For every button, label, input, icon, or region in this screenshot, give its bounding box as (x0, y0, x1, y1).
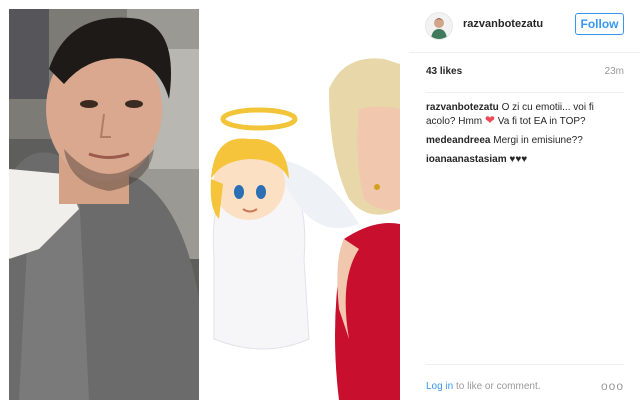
comment-username[interactable]: ioanaanastasiam (426, 154, 507, 165)
likes-count[interactable]: 43 likes (426, 66, 462, 77)
login-link[interactable]: Log in (426, 381, 453, 392)
comment-text: ♥♥♥ (509, 154, 528, 165)
post-image[interactable] (0, 0, 409, 409)
avatar[interactable] (425, 12, 453, 40)
follow-button[interactable]: Follow (575, 13, 624, 35)
list-item-comment: ioanaanastasiam ♥♥♥ (426, 153, 624, 166)
post-stats: 43 likes 23m (426, 66, 624, 93)
post-footer: Log in to like or comment. ooo (426, 364, 624, 401)
caption-comment: razvanbotezatu O zi cu emotii... voi fi … (426, 101, 624, 128)
post-sidebar: razvanbotezatu Follow 43 likes 23m razva… (409, 0, 640, 409)
username-link[interactable]: razvanbotezatu (463, 18, 543, 30)
list-item-comment: medeandreea Mergi in emisiune?? (426, 134, 624, 147)
login-prompt: Log in to like or comment. (426, 381, 541, 392)
comment-username[interactable]: razvanbotezatu (426, 102, 499, 113)
selfie-photo (9, 9, 199, 400)
angel-and-woman-photo (209, 9, 400, 400)
more-options-icon[interactable]: ooo (601, 379, 624, 393)
comment-text: Mergi in emisiune?? (493, 135, 583, 146)
comments-list: razvanbotezatu O zi cu emotii... voi fi … (426, 101, 624, 172)
comment-username[interactable]: medeandreea (426, 135, 490, 146)
login-prompt-text: to like or comment. (456, 381, 541, 392)
post-timestamp[interactable]: 23m (605, 66, 624, 77)
post-header: razvanbotezatu Follow (409, 0, 640, 53)
comment-text-continued: Va fi tot EA in TOP? (497, 116, 586, 127)
heart-emoji-icon: ❤ (484, 113, 495, 127)
